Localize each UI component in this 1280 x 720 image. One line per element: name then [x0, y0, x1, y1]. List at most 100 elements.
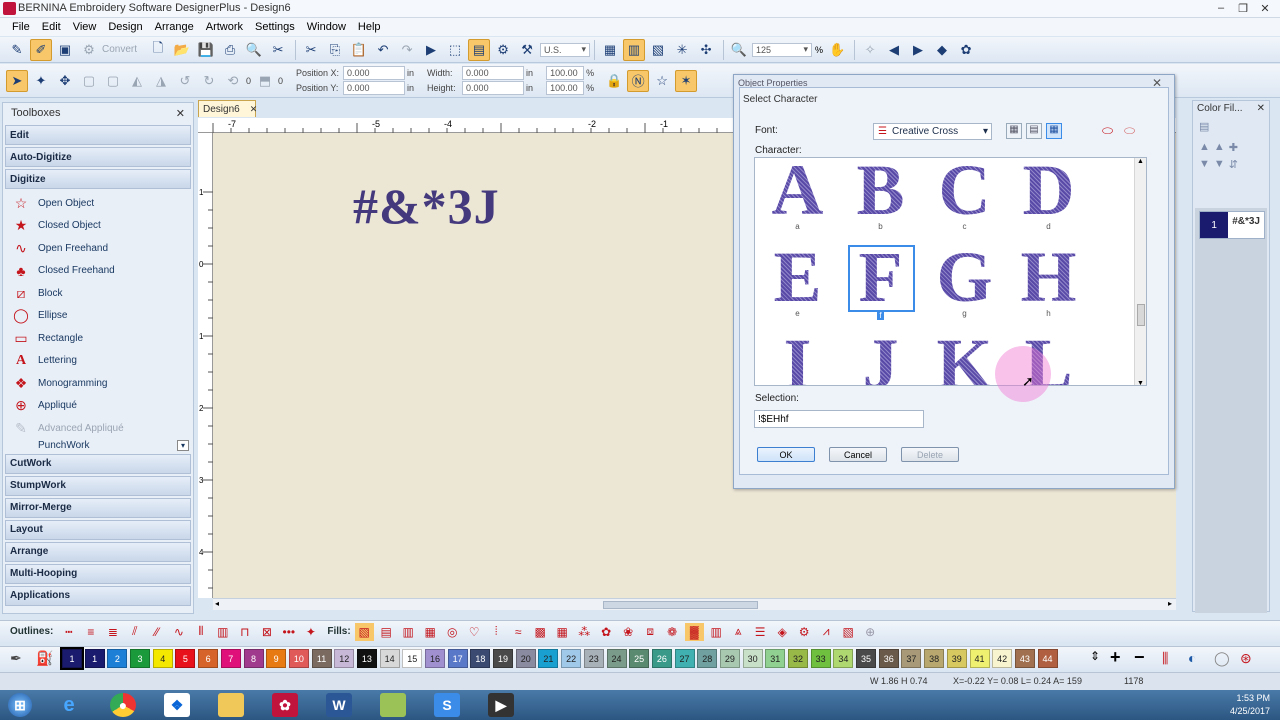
color-wheel-icon[interactable]: ◐ [1188, 650, 1196, 666]
fill-contour-icon[interactable]: ⦙ [487, 623, 506, 641]
embroidery-lettering-object[interactable]: #&*3J [353, 177, 500, 235]
color-swatch[interactable]: 39 [946, 649, 967, 668]
fill-diamond-icon[interactable]: ◈ [773, 623, 792, 641]
color-swatch[interactable]: 29 [719, 649, 740, 668]
wand-icon[interactable]: ✶ [675, 69, 698, 92]
color-swatch[interactable]: 15 [402, 649, 423, 668]
rotate-angle-icon[interactable]: ⟲ [222, 70, 244, 92]
embroidery-canvas-icon[interactable]: ✎ [6, 39, 28, 61]
maximize-button[interactable]: ❐ [1232, 0, 1254, 16]
taskbar-video[interactable]: ▶ [476, 691, 526, 719]
character-cell[interactable]: Bb [848, 158, 913, 243]
color-swatch[interactable]: 32 [788, 649, 808, 668]
minimize-button[interactable]: – [1210, 0, 1232, 16]
outline-dots-icon[interactable]: ••• [279, 623, 298, 641]
properties-icon[interactable]: ▤ [468, 38, 491, 61]
toolbox-cutwork[interactable]: CutWork [5, 453, 191, 474]
character-cell-selected[interactable]: Ff [848, 241, 915, 330]
color-swatch[interactable]: 20 [515, 649, 536, 668]
menu-arrange[interactable]: Arrange [149, 21, 200, 33]
tool-rectangle[interactable]: ▭ Rectangle [3, 327, 193, 350]
character-cell[interactable]: Hh [1016, 241, 1081, 330]
hoop-color-icon[interactable]: ⊛ [1240, 650, 1252, 667]
menu-file[interactable]: File [6, 21, 36, 33]
color-swatch[interactable]: 23 [583, 649, 604, 668]
color-swatch[interactable]: 1 [84, 649, 105, 668]
color-swatch[interactable]: 9 [266, 649, 287, 668]
fill-trapunto-icon[interactable]: ❁ [663, 623, 682, 641]
fill-sculpture-icon[interactable]: ✿ [597, 623, 616, 641]
tab-close-icon[interactable]: ✕ [250, 104, 258, 115]
list-view-icon[interactable]: ▤ [1026, 123, 1042, 139]
toolbox-stumpwork[interactable]: StumpWork [5, 475, 191, 496]
skew-icon[interactable]: ⬒ [254, 70, 276, 92]
stitch-icon[interactable]: ✳ [671, 39, 693, 61]
color-swatch[interactable]: 24 [606, 649, 627, 668]
pos-x-field[interactable]: 0.000 [343, 66, 406, 80]
print-preview-icon[interactable]: 🔍 [243, 39, 265, 61]
remove-color-icon[interactable]: − [1134, 647, 1145, 668]
menu-artwork[interactable]: Artwork [200, 21, 249, 33]
color-film-item[interactable]: 1 #&*3J [1199, 211, 1265, 239]
toolbox-multi-hooping[interactable]: Multi-Hooping [5, 563, 191, 584]
start-button[interactable]: ⊞ [0, 691, 40, 719]
convert-label[interactable]: Convert [102, 44, 137, 55]
tool-block[interactable]: ⧄ Block [3, 282, 193, 305]
paste-icon[interactable]: 📋 [348, 39, 370, 61]
menu-help[interactable]: Help [352, 21, 387, 33]
color-swatch[interactable]: 14 [379, 649, 400, 668]
color-swatch[interactable]: 2 [107, 649, 128, 668]
large-icons-view-icon[interactable]: ▦ [1006, 123, 1022, 139]
color-swatch[interactable]: 21 [538, 649, 559, 668]
scroll-right-icon[interactable]: ▸ [1168, 599, 1172, 608]
character-cell[interactable]: Cc [932, 158, 997, 243]
color-swatch[interactable]: 30 [742, 649, 763, 668]
move-up-icon[interactable]: ▲ [1199, 141, 1210, 154]
star-icon[interactable]: ☆ [651, 70, 673, 92]
save-icon[interactable]: 💾 [195, 39, 217, 61]
scroll-thumb[interactable] [603, 601, 758, 609]
outline-zigzag-icon[interactable]: ⁄⁄ [147, 623, 166, 641]
fill-pattern-icon[interactable]: ▦ [421, 623, 440, 641]
tool-closed-object[interactable]: ★ Closed Object [3, 215, 193, 238]
fill-wave-icon[interactable]: ≈ [509, 623, 528, 641]
color-swatch[interactable]: 33 [810, 649, 831, 668]
color-icon[interactable]: ▦ [599, 39, 621, 61]
eyedropper-icon[interactable]: ✒ [10, 650, 22, 667]
hoop-icon[interactable]: ▣ [54, 39, 76, 61]
machine-icon[interactable]: ✂ [267, 39, 289, 61]
character-cell[interactable]: Ee [765, 241, 830, 330]
color-swatch[interactable]: 35 [856, 649, 877, 668]
fill-motif-icon[interactable]: ⁂ [575, 623, 594, 641]
realistic-icon[interactable]: ▥ [623, 38, 646, 61]
stitch-edit-icon[interactable]: ✥ [54, 70, 76, 92]
color-swatch[interactable]: 19 [493, 649, 514, 668]
palette-scroll-icon[interactable]: ⇕ [1090, 649, 1100, 663]
color-swatch[interactable]: 18 [470, 649, 491, 668]
character-cell[interactable]: I [765, 328, 830, 385]
color-swatch[interactable]: 31 [765, 649, 786, 668]
menu-view[interactable]: View [67, 21, 103, 33]
fill-arch-icon[interactable]: ⩓ [729, 623, 748, 641]
color-swatch[interactable]: 41 [969, 649, 990, 668]
scroll-left-icon[interactable]: ◂ [215, 599, 219, 608]
move-down-icon[interactable]: ▼ [1199, 158, 1210, 171]
menu-edit[interactable]: Edit [36, 21, 67, 33]
arrow-icon[interactable]: ✚ [1229, 141, 1238, 154]
outline-fringe-icon[interactable]: ▥ [213, 623, 232, 641]
toolbox-edit[interactable]: Edit [5, 125, 191, 145]
previous-icon[interactable]: ◀ [883, 39, 905, 61]
artwork-canvas-icon[interactable]: ✐ [30, 38, 52, 61]
outline-cross-icon[interactable]: ⊠ [257, 623, 276, 641]
select-arrow-icon[interactable]: ➤ [6, 69, 28, 92]
fill-globe-icon[interactable]: ⊕ [861, 623, 880, 641]
color-swatch[interactable]: 6 [198, 649, 219, 668]
magic-wand-icon[interactable]: ✧ [859, 39, 881, 61]
redo-icon[interactable]: ↷ [396, 39, 418, 61]
color-swatch[interactable]: 28 [697, 649, 718, 668]
taskbar-clock[interactable]: 1:53 PM 4/25/2017 [1230, 692, 1270, 718]
scroll-down-icon[interactable]: ▼ [1137, 380, 1144, 385]
taskbar-explorer[interactable] [206, 691, 256, 719]
hoop-view-icon[interactable]: ⬚ [444, 39, 466, 61]
color-swatch[interactable]: 10 [288, 649, 309, 668]
